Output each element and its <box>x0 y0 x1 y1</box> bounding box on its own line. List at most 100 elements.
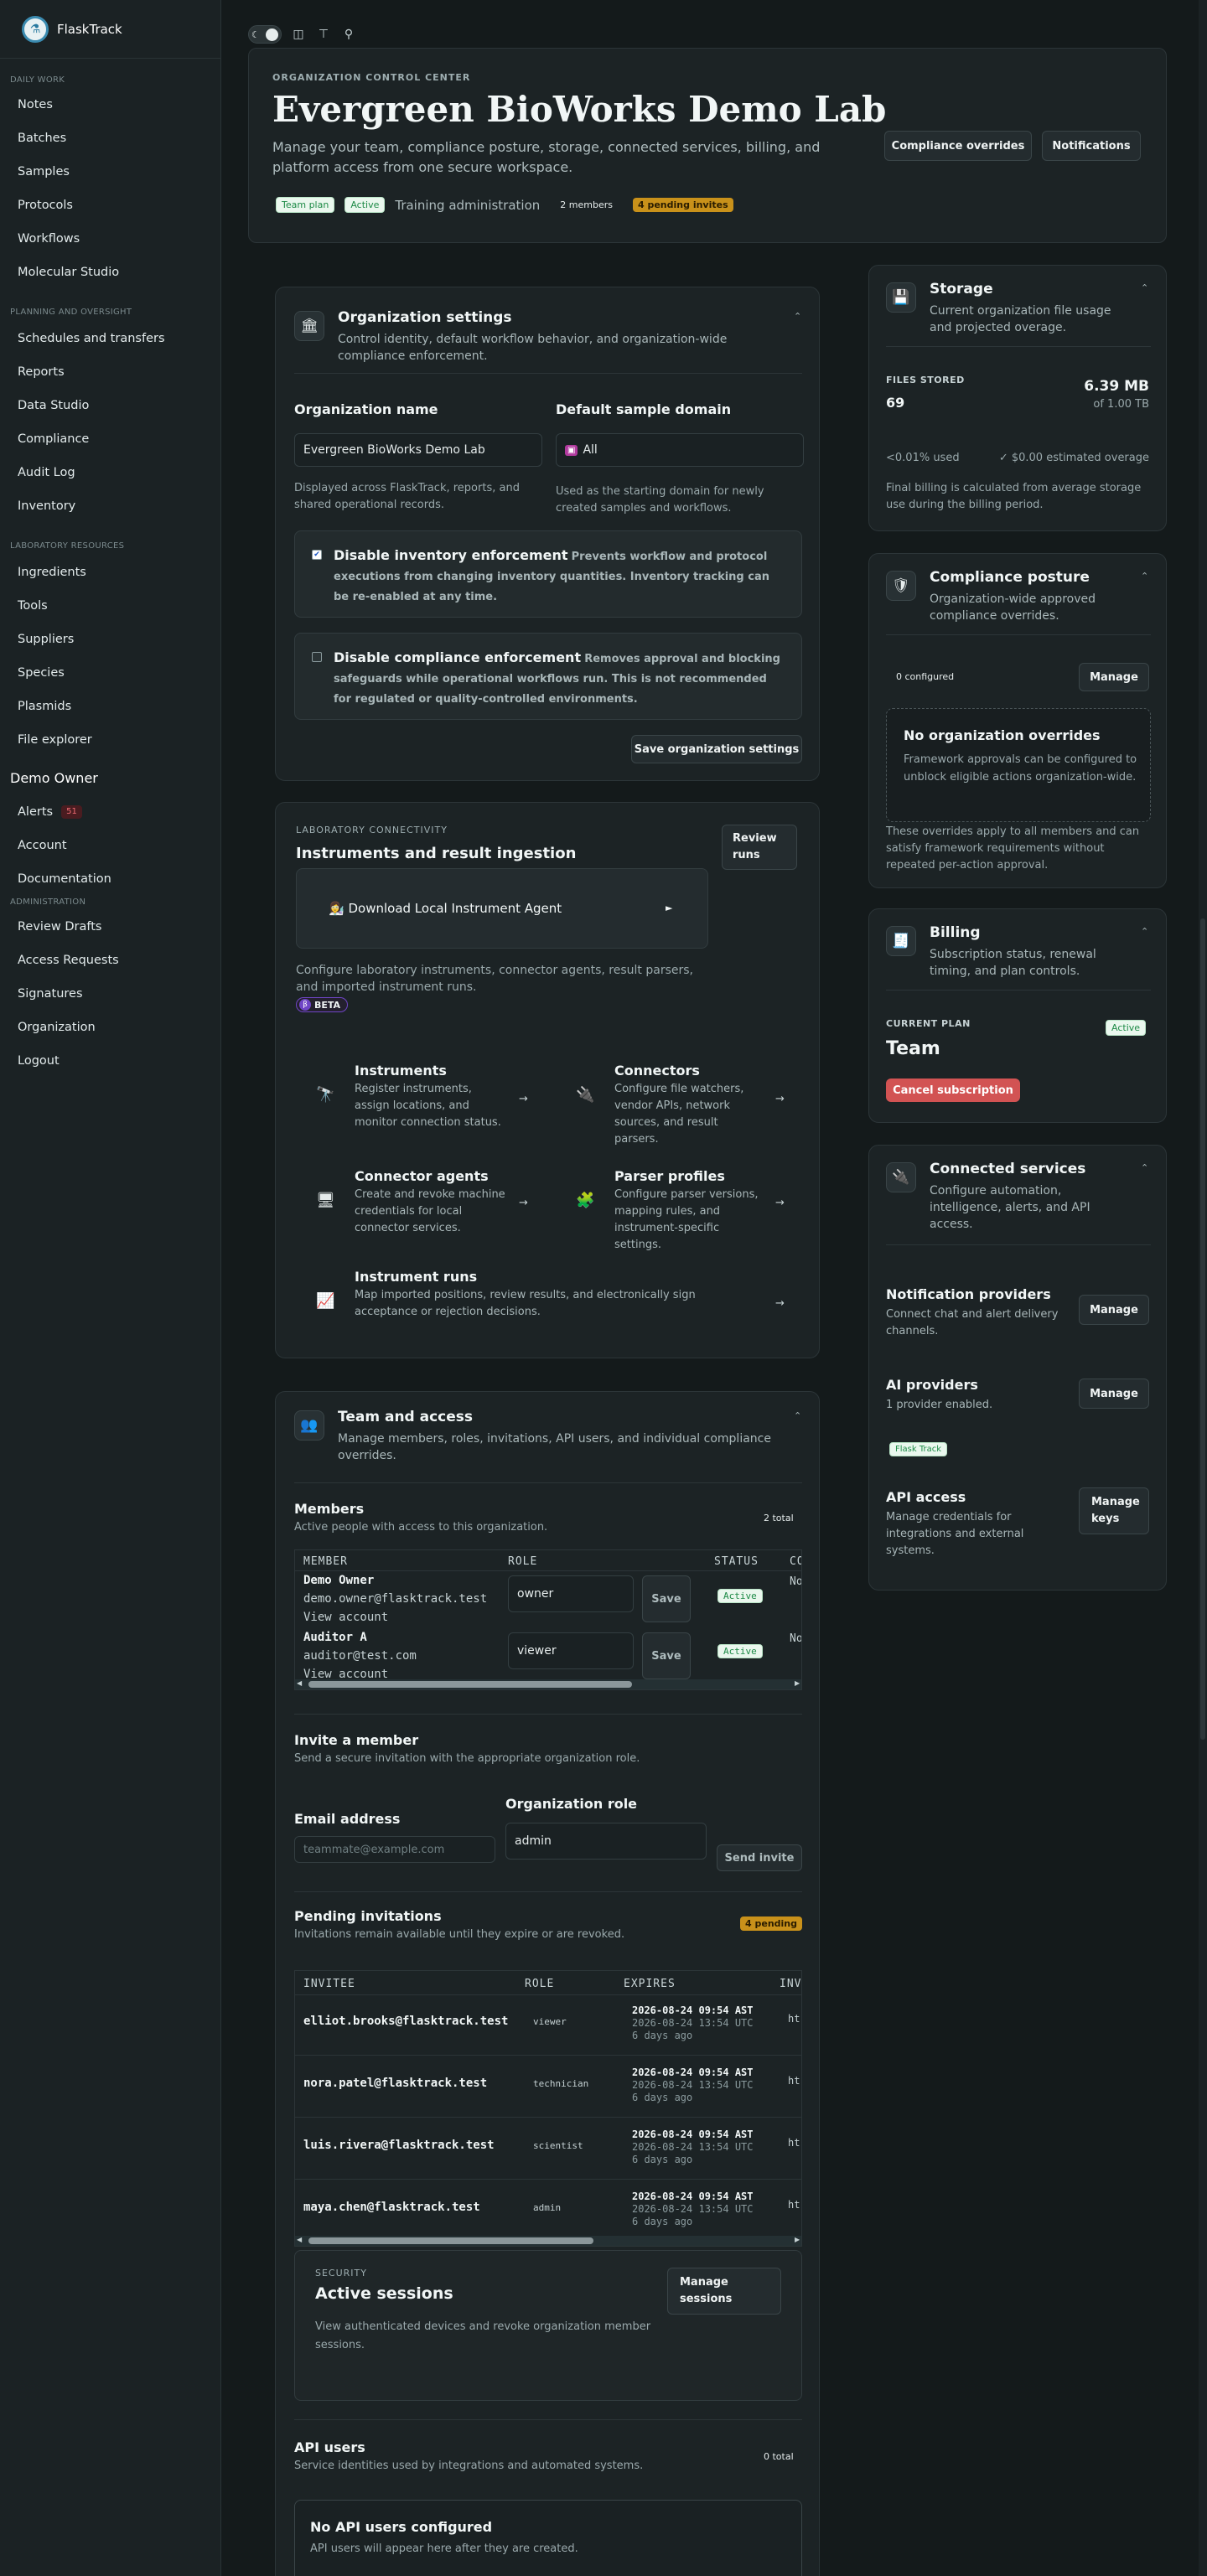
save-role-button[interactable]: Save <box>642 1575 691 1622</box>
invitations-scrollbar[interactable]: ◀ ▶ <box>295 2236 801 2246</box>
sidebar-item-data-studio[interactable]: Data Studio <box>0 389 220 422</box>
collapse-chevron-icon[interactable]: ⌃ <box>1141 926 1148 937</box>
sidebar-item-suppliers[interactable]: Suppliers <box>0 623 220 656</box>
sidebar-item-account[interactable]: Account <box>0 829 220 862</box>
review-runs-button[interactable]: Review runs <box>722 825 797 870</box>
sidebar-item-inventory[interactable]: Inventory <box>0 489 220 523</box>
tile-agents-title[interactable]: Connector agents <box>355 1168 489 1184</box>
columns-icon[interactable]: ◫ <box>290 26 307 43</box>
sidebar-item-documentation[interactable]: Documentation <box>0 862 220 896</box>
compliance-card: 🛡 Compliance posture Organization-wide a… <box>868 553 1167 888</box>
sidebar-item-logout[interactable]: Logout <box>0 1044 220 1078</box>
role-select[interactable]: admin <box>505 1823 707 1860</box>
sidebar-item-tools[interactable]: Tools <box>0 589 220 623</box>
save-role-button[interactable]: Save <box>642 1632 691 1679</box>
compliance-checkbox[interactable] <box>312 652 322 662</box>
send-invite-button[interactable]: Send invite <box>717 1844 802 1871</box>
sidebar-item-audit-log[interactable]: Audit Log <box>0 456 220 489</box>
page-scroll-thumb[interactable] <box>1200 918 1205 1740</box>
sidebar-item-organization[interactable]: Organization <box>0 1011 220 1044</box>
tile-instruments-title[interactable]: Instruments <box>355 1063 447 1079</box>
org-name-input[interactable]: Evergreen BioWorks Demo Lab <box>294 433 542 467</box>
collapse-chevron-icon[interactable]: ⌃ <box>794 1410 801 1421</box>
page-scrollbar[interactable] <box>1199 0 1207 2576</box>
invite-link[interactable]: ht <box>788 2199 800 2211</box>
collapse-chevron-icon[interactable]: ⌃ <box>794 311 801 322</box>
collapse-chevron-icon[interactable]: ⌃ <box>1141 1162 1148 1173</box>
manage-sessions-button[interactable]: Manage sessions <box>667 2268 781 2315</box>
compliance-manage-button[interactable]: Manage <box>1079 663 1149 691</box>
notifications-button[interactable]: Notifications <box>1042 131 1141 161</box>
inventory-checkbox[interactable]: ✔ <box>312 550 322 560</box>
scroll-left-icon[interactable]: ◀ <box>297 1679 302 1687</box>
ai-manage-button[interactable]: Manage <box>1079 1379 1149 1409</box>
sidebar-item-batches[interactable]: Batches <box>0 122 220 155</box>
compliance-enforcement-option[interactable]: Disable compliance enforcement Removes a… <box>294 633 802 720</box>
org-header-card: Organization control center Evergreen Bi… <box>248 48 1167 243</box>
sidebar-item-schedules[interactable]: Schedules and transfers <box>0 322 220 355</box>
download-agent-summary[interactable]: 👩‍🔬 Download Local Instrument Agent <box>329 901 562 916</box>
sidebar-item-access-requests[interactable]: Access Requests <box>0 944 220 977</box>
sitemap-icon[interactable]: ⊤ <box>315 26 332 43</box>
tile-connectors-title[interactable]: Connectors <box>614 1063 700 1079</box>
invite-link[interactable]: ht <box>788 2075 800 2087</box>
training-link[interactable]: Training administration <box>395 198 540 213</box>
api-manage-keys-button[interactable]: Manage keys <box>1079 1487 1149 1534</box>
ai-providers-title: AI providers <box>886 1377 978 1393</box>
invite-link[interactable]: ht <box>788 2013 800 2025</box>
scroll-right-icon[interactable]: ▶ <box>795 2236 800 2243</box>
arrow-right-icon[interactable]: → <box>519 1197 528 1209</box>
scroll-left-icon[interactable]: ◀ <box>297 2236 302 2243</box>
sidebar-item-reports[interactable]: Reports <box>0 355 220 389</box>
sidebar-item-file-explorer[interactable]: File explorer <box>0 723 220 757</box>
inventory-enforcement-option[interactable]: ✔ Disable inventory enforcement Prevents… <box>294 530 802 618</box>
arrow-right-icon[interactable]: → <box>775 1197 785 1209</box>
scroll-right-icon[interactable]: ▶ <box>795 1679 800 1687</box>
sidebar-item-alerts[interactable]: Alerts 51 <box>0 795 220 829</box>
sidebar-item-species[interactable]: Species <box>0 656 220 690</box>
save-org-settings-button[interactable]: Save organization settings <box>631 735 802 763</box>
sidebar-item-samples[interactable]: Samples <box>0 155 220 189</box>
sidebar-item-molecular-studio[interactable]: Molecular Studio <box>0 256 220 289</box>
email-input[interactable]: teammate@example.com <box>294 1836 495 1863</box>
scroll-thumb[interactable] <box>308 2237 593 2244</box>
sidebar-item-review-drafts[interactable]: Review Drafts <box>0 910 220 944</box>
members-count: 2 members <box>560 199 613 210</box>
member-role-select[interactable]: viewer <box>508 1632 634 1669</box>
compliance-overrides-button[interactable]: Compliance overrides <box>884 131 1032 161</box>
arrow-right-icon[interactable]: → <box>775 1093 785 1105</box>
invite-link[interactable]: ht <box>788 2137 800 2149</box>
sidebar: ⚗ FlaskTrack Daily work Notes Batches Sa… <box>0 0 221 2576</box>
services-desc: Configure automation, intelligence, aler… <box>930 1184 1090 1231</box>
collapse-chevron-icon[interactable]: ⌃ <box>1141 282 1148 293</box>
member-status-badge: Active <box>717 1644 763 1658</box>
view-account-link[interactable]: View account <box>303 1611 388 1624</box>
tile-runs-title[interactable]: Instrument runs <box>355 1269 477 1285</box>
collapse-chevron-icon[interactable]: ⌃ <box>1141 571 1148 582</box>
sidebar-item-plasmids[interactable]: Plasmids <box>0 690 220 723</box>
domain-select[interactable]: ▣ All <box>556 433 804 467</box>
expires-utc: 2026-08-24 13:54 UTC <box>632 2017 754 2029</box>
sidebar-item-compliance[interactable]: Compliance <box>0 422 220 456</box>
invitee-email: elliot.brooks@flasktrack.test <box>303 2015 509 2028</box>
scroll-thumb[interactable] <box>308 1681 632 1688</box>
sidebar-item-notes[interactable]: Notes <box>0 88 220 122</box>
theme-toggle[interactable]: ☾ <box>248 25 282 44</box>
arrow-right-icon[interactable]: → <box>775 1297 785 1310</box>
member-role-select[interactable]: owner <box>508 1575 634 1612</box>
sidebar-item-ingredients[interactable]: Ingredients <box>0 556 220 589</box>
arrow-right-icon[interactable]: → <box>519 1093 528 1105</box>
sidebar-item-workflows[interactable]: Workflows <box>0 222 220 256</box>
expand-triangle-icon[interactable]: ► <box>666 903 672 913</box>
sidebar-item-signatures[interactable]: Signatures <box>0 977 220 1011</box>
search-icon[interactable]: ⚲ <box>340 26 357 43</box>
tile-parsers-title[interactable]: Parser profiles <box>614 1168 725 1184</box>
download-agent-panel[interactable]: 👩‍🔬 Download Local Instrument Agent ► <box>296 868 708 949</box>
members-scrollbar[interactable]: ◀ ▶ <box>295 1679 801 1689</box>
domain-label: Default sample domain <box>556 401 732 417</box>
cancel-subscription-button[interactable]: Cancel subscription <box>886 1079 1020 1102</box>
brand[interactable]: ⚗ FlaskTrack <box>0 0 220 59</box>
notification-manage-button[interactable]: Manage <box>1079 1295 1149 1325</box>
sidebar-item-protocols[interactable]: Protocols <box>0 189 220 222</box>
current-user[interactable]: Demo Owner <box>0 762 220 795</box>
